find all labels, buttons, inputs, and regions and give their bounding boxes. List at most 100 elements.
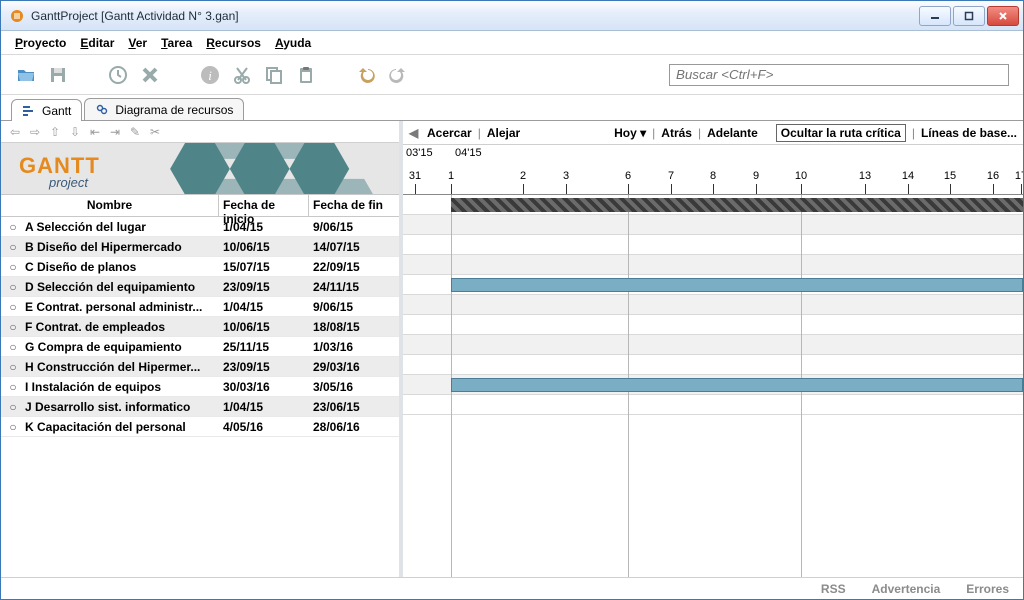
task-start: 4/05/16	[219, 420, 309, 434]
task-row[interactable]: ○B Diseño del Hipermercado10/06/1514/07/…	[1, 237, 399, 257]
tick	[671, 184, 672, 194]
col-start-header[interactable]: Fecha de inicio	[219, 195, 309, 216]
tick-label: 2	[520, 170, 526, 182]
task-row[interactable]: ○G Compra de equipamiento25/11/151/03/16	[1, 337, 399, 357]
task-row[interactable]: ○I Instalación de equipos30/03/163/05/16	[1, 377, 399, 397]
open-icon[interactable]	[15, 64, 37, 86]
gantt-pane: ◀ Acercar | Alejar Hoy ▾ | Atrás | Adela…	[403, 121, 1023, 577]
tick	[713, 184, 714, 194]
task-bullet-icon: ○	[1, 220, 25, 234]
minimize-button[interactable]	[919, 6, 951, 26]
tick-label: 10	[795, 170, 807, 182]
tab-resources-label: Diagrama de recursos	[115, 103, 233, 117]
zoom-in-button[interactable]: Acercar	[427, 126, 472, 140]
status-rss[interactable]: RSS	[821, 582, 846, 596]
paste-icon[interactable]	[295, 64, 317, 86]
info-icon[interactable]: i	[199, 64, 221, 86]
scroll-left-icon[interactable]: ◀	[409, 126, 421, 140]
task-end: 22/09/15	[309, 260, 399, 274]
delete-icon[interactable]	[139, 64, 161, 86]
clock-icon[interactable]	[107, 64, 129, 86]
col-name-header[interactable]: Nombre	[1, 195, 219, 216]
undo-icon[interactable]	[355, 64, 377, 86]
move-down-icon[interactable]: ⇩	[67, 124, 83, 140]
tick-label: 15	[944, 170, 956, 182]
task-table[interactable]: ○A Selección del lugar1/04/159/06/15○B D…	[1, 217, 399, 577]
menu-proyecto[interactable]: Proyecto	[15, 36, 66, 50]
gantt-tab-icon	[22, 104, 36, 118]
task-start: 23/09/15	[219, 280, 309, 294]
unlink-icon[interactable]: ✂	[147, 124, 163, 140]
task-end: 23/06/15	[309, 400, 399, 414]
nav-back-icon[interactable]: ⇦	[7, 124, 23, 140]
status-warning[interactable]: Advertencia	[872, 582, 941, 596]
tab-resources[interactable]: Diagrama de recursos	[84, 98, 244, 120]
menu-ver[interactable]: Ver	[128, 36, 147, 50]
timeline-header[interactable]: 311236789101314151617 03'1504'15	[403, 145, 1023, 195]
copy-icon[interactable]	[263, 64, 285, 86]
task-bullet-icon: ○	[1, 280, 25, 294]
col-end-header[interactable]: Fecha de fin	[309, 195, 399, 216]
window-title: GanttProject [Gantt Actividad N° 3.gan]	[31, 9, 919, 23]
task-row[interactable]: ○H Construcción del Hipermer...23/09/152…	[1, 357, 399, 377]
task-bar[interactable]	[451, 278, 1023, 292]
main-toolbar: i	[1, 55, 1023, 95]
link-icon[interactable]: ✎	[127, 124, 143, 140]
menu-recursos[interactable]: Recursos	[206, 36, 261, 50]
task-bullet-icon: ○	[1, 260, 25, 274]
menu-tarea[interactable]: Tarea	[161, 36, 192, 50]
cut-icon[interactable]	[231, 64, 253, 86]
task-row[interactable]: ○A Selección del lugar1/04/159/06/15	[1, 217, 399, 237]
tick-label: 7	[668, 170, 674, 182]
forward-button[interactable]: Adelante	[707, 126, 758, 140]
nav-fwd-icon[interactable]: ⇨	[27, 124, 43, 140]
tick-label: 31	[409, 170, 421, 182]
indent-icon[interactable]: ⇥	[107, 124, 123, 140]
task-row[interactable]: ○C Diseño de planos15/07/1522/09/15	[1, 257, 399, 277]
task-name: J Desarrollo sist. informatico	[25, 400, 219, 414]
tick-label: 9	[753, 170, 759, 182]
baselines-button[interactable]: Líneas de base...	[921, 126, 1017, 140]
task-row[interactable]: ○D Selección del equipamiento23/09/1524/…	[1, 277, 399, 297]
gantt-row	[403, 255, 1023, 275]
task-row[interactable]: ○F Contrat. de empleados10/06/1518/08/15	[1, 317, 399, 337]
task-name: D Selección del equipamiento	[25, 280, 219, 294]
redo-icon[interactable]	[387, 64, 409, 86]
save-icon[interactable]	[47, 64, 69, 86]
gantt-chart-area[interactable]	[403, 195, 1023, 577]
task-row[interactable]: ○K Capacitación del personal4/05/1628/06…	[1, 417, 399, 437]
gantt-row	[403, 295, 1023, 315]
task-end: 24/11/15	[309, 280, 399, 294]
outdent-icon[interactable]: ⇤	[87, 124, 103, 140]
zoom-out-button[interactable]: Alejar	[487, 126, 520, 140]
task-start: 23/09/15	[219, 360, 309, 374]
move-up-icon[interactable]: ⇧	[47, 124, 63, 140]
task-name: G Compra de equipamiento	[25, 340, 219, 354]
tab-gantt[interactable]: Gantt	[11, 99, 82, 121]
gantt-row	[403, 395, 1023, 415]
task-start: 25/11/15	[219, 340, 309, 354]
search-input[interactable]	[669, 64, 1009, 86]
tick-label: 14	[902, 170, 914, 182]
today-button[interactable]: Hoy ▾	[614, 126, 646, 140]
status-errors[interactable]: Errores	[966, 582, 1009, 596]
close-button[interactable]	[987, 6, 1019, 26]
task-start: 1/04/15	[219, 300, 309, 314]
task-end: 1/03/16	[309, 340, 399, 354]
document-tabs: Gantt Diagrama de recursos	[1, 95, 1023, 121]
task-bar[interactable]	[451, 378, 1023, 392]
summary-bar[interactable]	[451, 198, 1023, 212]
task-row[interactable]: ○J Desarrollo sist. informatico1/04/1523…	[1, 397, 399, 417]
task-end: 29/03/16	[309, 360, 399, 374]
gantt-row	[403, 355, 1023, 375]
critical-path-button[interactable]: Ocultar la ruta crítica	[776, 124, 906, 142]
task-bullet-icon: ○	[1, 240, 25, 254]
maximize-button[interactable]	[953, 6, 985, 26]
tab-gantt-label: Gantt	[42, 104, 71, 118]
menu-editar[interactable]: Editar	[80, 36, 114, 50]
tick	[1021, 184, 1022, 194]
task-row[interactable]: ○E Contrat. personal administr...1/04/15…	[1, 297, 399, 317]
tick	[908, 184, 909, 194]
back-button[interactable]: Atrás	[661, 126, 692, 140]
menu-ayuda[interactable]: Ayuda	[275, 36, 311, 50]
